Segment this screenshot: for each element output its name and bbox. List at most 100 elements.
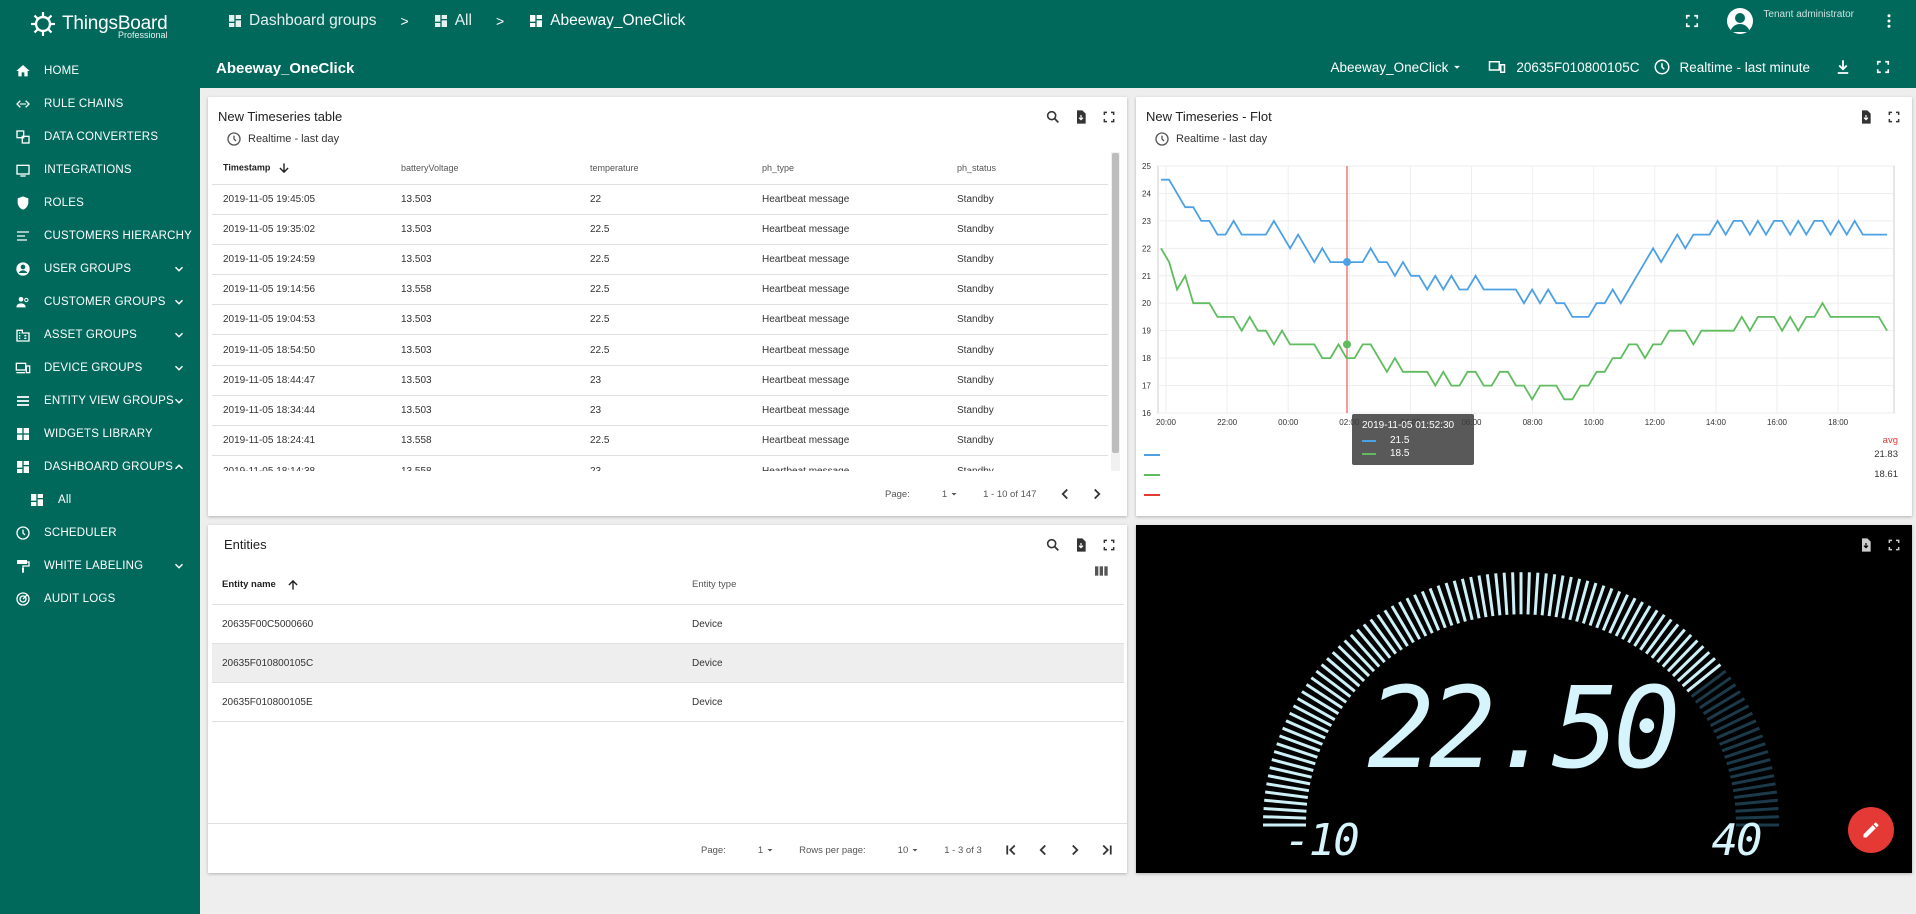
download-icon[interactable]	[1834, 58, 1852, 76]
search-icon[interactable]	[1045, 537, 1061, 553]
y-tick-label: 20	[1142, 299, 1151, 308]
table-row[interactable]: 2019-11-05 18:24:41 13.558 22.5 Heartbeat m…	[212, 424, 1108, 456]
sidebar-item-user-groups[interactable]: USER GROUPS	[0, 252, 200, 285]
edit-button[interactable]	[1848, 807, 1894, 853]
column-header-ph-type[interactable]: ph_type	[762, 152, 957, 184]
chevron-right-icon[interactable]	[1066, 841, 1084, 859]
fullscreen-icon[interactable]	[1874, 58, 1892, 76]
legend-swatch[interactable]	[1144, 494, 1160, 496]
table-row[interactable]: 2019-11-05 18:54:50 13.503 22.5 Heartbeat m…	[212, 334, 1108, 366]
table-cell: Heartbeat message	[762, 424, 957, 456]
rows-per-page-select[interactable]: 10	[898, 844, 923, 856]
fullscreen-icon[interactable]	[1886, 109, 1902, 125]
sidebar-item-entity-view-groups[interactable]: ENTITY VIEW GROUPS	[0, 384, 200, 417]
export-icon[interactable]	[1073, 537, 1089, 553]
table-row[interactable]: 2019-11-05 18:34:44 13.503 23 Heartbeat mes…	[212, 394, 1108, 426]
table-cell: Standby	[957, 183, 1108, 215]
chevron-down-icon[interactable]	[172, 559, 186, 573]
dashboard-icon	[434, 15, 447, 27]
table-row[interactable]: 2019-11-05 19:35:02 13.503 22.5 Heartbeat m…	[212, 213, 1108, 245]
legend-swatch[interactable]	[1144, 454, 1160, 456]
search-icon[interactable]	[1045, 109, 1061, 125]
table-row[interactable]: 2019-11-05 19:04:53 13.503 22.5 Heartbeat m…	[212, 304, 1108, 335]
fullscreen-icon[interactable]	[1101, 537, 1117, 553]
table-cell: Heartbeat message	[762, 183, 957, 215]
sidebar-item-customers-hierarchy[interactable]: CUSTOMERS HIERARCHY	[0, 219, 200, 252]
chevron-left-icon[interactable]	[1056, 485, 1074, 503]
column-header-battery-voltage[interactable]: batteryVoltage	[401, 152, 590, 184]
sidebar-item-data-converters[interactable]: DATA CONVERTERS	[0, 120, 200, 153]
breadcrumb-label: Dashboard groups	[249, 12, 377, 29]
chevron-down-icon[interactable]	[172, 262, 186, 276]
chevron-down-icon[interactable]	[172, 394, 186, 408]
chevron-down-icon[interactable]	[172, 361, 186, 375]
state-select[interactable]: Abeeway_OneClick	[1331, 60, 1467, 75]
table-cell: Standby	[957, 213, 1108, 245]
sidebar-nav: HOME RULE CHAINS DATA CONVERTERS INTEGRA…	[0, 54, 200, 615]
timewindow-button[interactable]: Realtime - last minute	[1653, 58, 1810, 76]
table-cell: Device	[692, 696, 723, 708]
sidebar-item-rule-chains[interactable]: RULE CHAINS	[0, 87, 200, 120]
export-icon[interactable]	[1858, 109, 1874, 125]
avatar[interactable]	[1727, 8, 1754, 34]
table-cell: 22.5	[590, 424, 762, 456]
page-select[interactable]: 1	[942, 488, 961, 500]
column-header-entity-name[interactable]: Entity name	[212, 578, 692, 592]
sidebar-item-device-groups[interactable]: DEVICE GROUPS	[0, 351, 200, 384]
sidebar-item-all[interactable]: All	[0, 483, 200, 516]
chevron-down-icon[interactable]	[172, 295, 186, 309]
sidebar-item-asset-groups[interactable]: ASSET GROUPS	[0, 318, 200, 351]
sidebar-item-audit-logs[interactable]: AUDIT LOGS	[0, 582, 200, 615]
table-row[interactable]: 20635F010800105C Device	[212, 644, 1124, 683]
chevron-up-icon[interactable]	[172, 460, 186, 474]
logo[interactable]: ThingsBoard Professional	[0, 0, 200, 48]
legend-swatch[interactable]	[1144, 474, 1160, 476]
table-row[interactable]: 20635F00C5000660 Device	[212, 605, 1124, 644]
sidebar-item-roles[interactable]: ROLES	[0, 186, 200, 219]
timeseries-table-body[interactable]: Timestamp batteryVoltage temperature ph_…	[212, 152, 1108, 471]
fullscreen-icon[interactable]	[1683, 12, 1701, 30]
column-header-timestamp[interactable]: Timestamp	[212, 152, 401, 184]
sidebar-item-customer-groups[interactable]: CUSTOMER GROUPS	[0, 285, 200, 318]
device-select-value: 20635F010800105C	[1516, 59, 1640, 75]
sidebar-item-home[interactable]: HOME	[0, 54, 200, 87]
table-row[interactable]: 2019-11-05 19:24:59 13.503 22.5 Heartbeat m…	[212, 243, 1108, 275]
sidebar-item-scheduler[interactable]: SCHEDULER	[0, 516, 200, 549]
legend-swatch	[1362, 452, 1376, 455]
devices-icon	[14, 359, 32, 377]
scrollbar[interactable]	[1111, 152, 1120, 471]
line-chart[interactable]: 1617181920212223242520:00 22:00 00:00 02:00…	[1136, 97, 1912, 516]
entities-table-rows: 20635F00C5000660 Device 20635F010800105C De…	[212, 605, 1124, 722]
widget-timewindow: Realtime - last day	[1154, 131, 1267, 147]
column-header-temperature[interactable]: temperature	[590, 152, 762, 184]
table-row[interactable]: 2019-11-05 19:45:05 13.503 22 Heartbeat mes…	[212, 183, 1108, 215]
export-icon[interactable]	[1073, 109, 1089, 125]
chevron-down-icon[interactable]	[172, 328, 186, 342]
breadcrumb-all[interactable]: All	[433, 12, 472, 30]
breadcrumb-dashboard-groups[interactable]: Dashboard groups	[227, 12, 377, 30]
page-select[interactable]: 1	[758, 844, 777, 856]
sidebar-item-white-labeling[interactable]: WHITE LABELING	[0, 549, 200, 582]
device-select[interactable]: 20635F010800105C	[1488, 58, 1639, 76]
table-row[interactable]: 20635F010800105E Device	[212, 683, 1124, 722]
sidebar-item-integrations[interactable]: INTEGRATIONS	[0, 153, 200, 186]
first-page-icon[interactable]	[1002, 841, 1020, 859]
column-header-entity-type[interactable]: Entity type	[692, 579, 736, 590]
last-page-icon[interactable]	[1098, 841, 1116, 859]
scrollbar-thumb[interactable]	[1112, 153, 1119, 453]
column-header-ph-status[interactable]: ph_status	[957, 152, 1108, 184]
table-cell: 13.503	[401, 334, 590, 366]
sidebar-item-dashboard-groups[interactable]: DASHBOARD GROUPS	[0, 450, 200, 483]
entities-table-body[interactable]: Entity name Entity type 20635F00C5000660…	[212, 565, 1124, 722]
widget-title: New Timeseries table	[218, 109, 343, 124]
chevron-left-icon[interactable]	[1034, 841, 1052, 859]
table-cell: 2019-11-05 19:04:53	[212, 304, 401, 335]
sidebar-item-widgets-library[interactable]: WIDGETS LIBRARY	[0, 417, 200, 450]
fullscreen-icon[interactable]	[1101, 109, 1117, 125]
table-row[interactable]: 2019-11-05 18:44:47 13.503 23 Heartbeat mes…	[212, 364, 1108, 396]
table-cell: 13.503	[401, 304, 590, 335]
more-vert-icon[interactable]	[1880, 12, 1898, 30]
table-row[interactable]: 2019-11-05 19:14:56 13.558 22.5 Heartbeat m…	[212, 274, 1108, 305]
table-row[interactable]: 2019-11-05 18:14:3813.55823Heartbeat mes…	[212, 455, 1108, 471]
chevron-right-icon[interactable]	[1088, 485, 1106, 503]
